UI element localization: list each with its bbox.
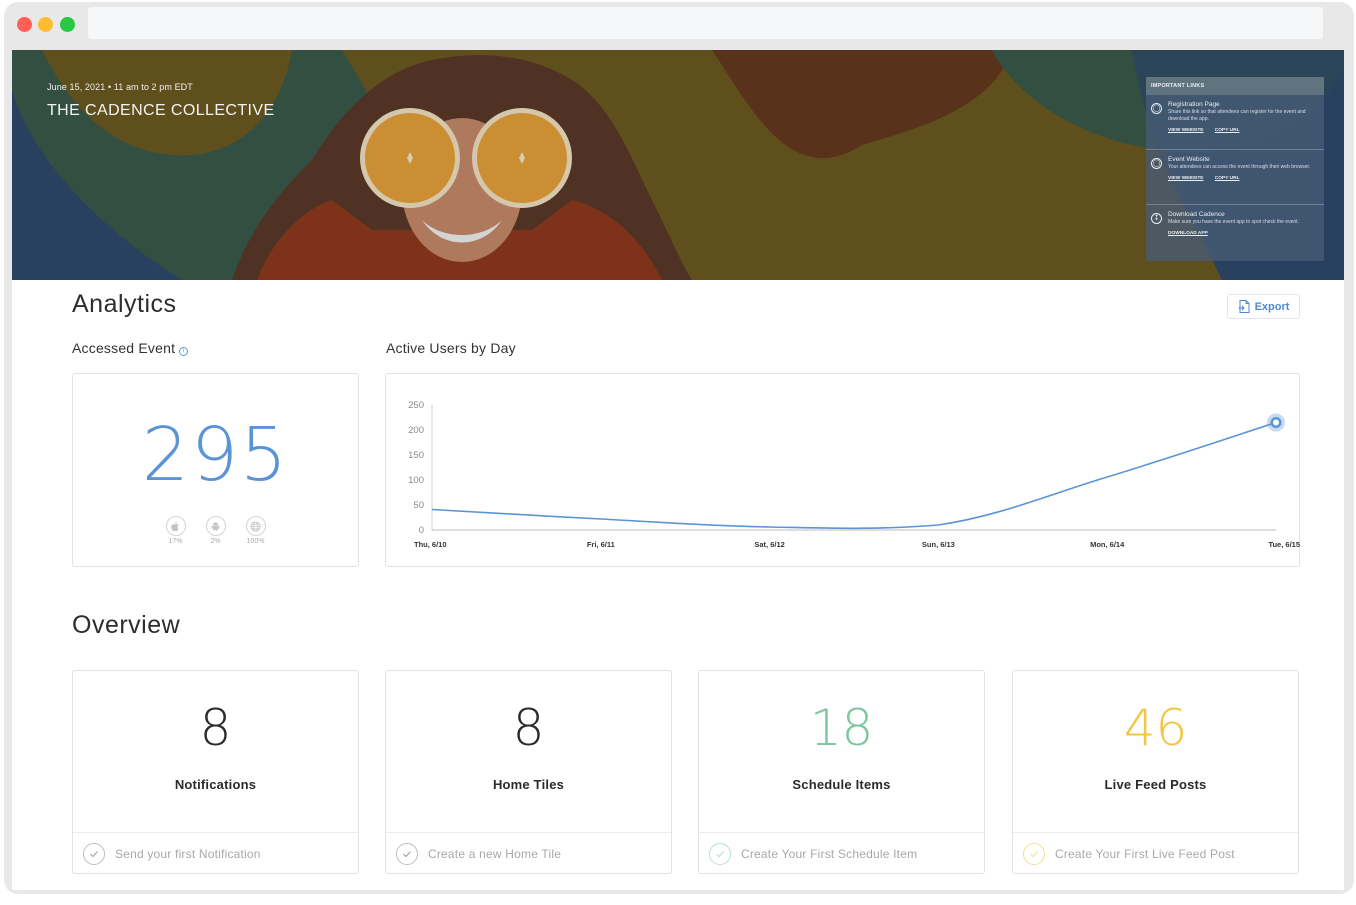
notifications-count: 8 bbox=[199, 699, 232, 757]
export-label: Export bbox=[1254, 300, 1290, 313]
link-block-download: ↧ Download Cadence Make sure you have th… bbox=[1146, 205, 1324, 260]
overview-heading: Overview bbox=[72, 611, 181, 639]
apple-icon bbox=[165, 516, 186, 536]
browser-window: June 15, 2021 • 11 am to 2 pm EDT THE CA… bbox=[4, 2, 1354, 894]
y-tick-label: 150 bbox=[408, 450, 424, 461]
platform-breakdown: 17% 2% 100% bbox=[73, 516, 358, 545]
schedule-items-count: 18 bbox=[809, 699, 874, 757]
overview-card-home-tiles: 8 Home Tiles Create a new Home Tile bbox=[385, 670, 672, 874]
important-links-header: IMPORTANT LINKS bbox=[1146, 77, 1324, 95]
copy-url-link[interactable]: COPY URL bbox=[1215, 128, 1240, 133]
highlighted-point-center bbox=[1273, 419, 1279, 426]
check-circle-icon bbox=[396, 842, 418, 865]
view-website-link[interactable]: VIEW WEBSITE bbox=[1168, 128, 1203, 133]
check-circle-icon bbox=[709, 842, 731, 865]
info-icon[interactable]: i bbox=[179, 347, 189, 356]
create-home-tile-action[interactable]: Create a new Home Tile bbox=[386, 832, 671, 874]
send-first-notification-action[interactable]: Send your first Notification bbox=[73, 832, 358, 874]
download-app-link[interactable]: DOWNLOAD APP bbox=[1168, 231, 1208, 236]
event-date-time: June 15, 2021 • 11 am to 2 pm EDT bbox=[47, 82, 193, 92]
x-tick-label: Tue, 6/15 bbox=[1268, 540, 1300, 549]
platform-web: 100% bbox=[245, 516, 266, 545]
check-circle-icon bbox=[83, 842, 105, 865]
x-tick-label: Fri, 6/11 bbox=[587, 540, 615, 549]
download-icon: ↧ bbox=[1151, 213, 1162, 224]
link-title: Registration Page bbox=[1168, 101, 1220, 108]
y-tick-label: 50 bbox=[413, 500, 424, 511]
platform-ios-percent: 17% bbox=[168, 538, 183, 545]
action-label: Create a new Home Tile bbox=[428, 846, 562, 861]
schedule-items-label: Schedule Items bbox=[792, 777, 891, 792]
event-title: THE CADENCE COLLECTIVE bbox=[47, 102, 275, 119]
active-users-series-line bbox=[431, 421, 1277, 530]
link-title: Download Cadence bbox=[1168, 211, 1225, 218]
y-tick-label: 0 bbox=[419, 525, 424, 536]
accessed-event-label: Accessed Event i bbox=[72, 340, 189, 356]
link-description: Make sure you have the event app to spot… bbox=[1168, 219, 1299, 225]
x-tick-label: Sun, 6/13 bbox=[922, 540, 955, 549]
home-tiles-count: 8 bbox=[512, 699, 545, 757]
banner-background-image bbox=[12, 50, 1344, 280]
notifications-label: Notifications bbox=[174, 777, 257, 792]
platform-android: 2% bbox=[205, 516, 226, 545]
active-users-label: Active Users by Day bbox=[386, 340, 516, 356]
y-tick-label: 200 bbox=[408, 425, 424, 436]
y-tick-label: 100 bbox=[408, 475, 424, 486]
check-circle-icon bbox=[1023, 842, 1045, 865]
minimize-window-button[interactable] bbox=[38, 17, 53, 32]
platform-web-percent: 100% bbox=[246, 538, 265, 545]
active-users-line-chart: 0 50 100 150 200 250 Thu, 6/10 Fri, 6/11 Sat, 6/… bbox=[408, 400, 1300, 549]
platform-ios: 17% bbox=[165, 516, 186, 545]
live-feed-posts-label: Live Feed Posts bbox=[1104, 777, 1207, 792]
platform-android-percent: 2% bbox=[210, 538, 221, 545]
web-globe-icon bbox=[245, 516, 266, 536]
active-users-chart-card: 0 50 100 150 200 250 Thu, 6/10 Fri, 6/11 Sat, 6/… bbox=[385, 373, 1300, 567]
create-schedule-item-action[interactable]: Create Your First Schedule Item bbox=[699, 832, 984, 874]
action-label: Create Your First Schedule Item bbox=[741, 846, 918, 861]
important-links-panel: IMPORTANT LINKS ◯ Registration Page Shar… bbox=[1146, 77, 1324, 261]
y-tick-label: 250 bbox=[408, 400, 424, 411]
link-block-registration: ◯ Registration Page Share this link so t… bbox=[1146, 95, 1324, 150]
action-label: Create Your First Live Feed Post bbox=[1055, 846, 1235, 861]
analytics-heading: Analytics bbox=[72, 290, 177, 318]
android-icon bbox=[205, 516, 226, 536]
x-tick-label: Mon, 6/14 bbox=[1090, 540, 1125, 549]
accessed-event-label-text: Accessed Event bbox=[72, 340, 176, 356]
page-content: June 15, 2021 • 11 am to 2 pm EDT THE CA… bbox=[12, 50, 1344, 890]
overview-card-notifications: 8 Notifications Send your first Notifica… bbox=[72, 670, 359, 874]
overview-card-live-feed-posts: 46 Live Feed Posts Create Your First Liv… bbox=[1012, 670, 1299, 874]
globe-icon: ◯ bbox=[1151, 158, 1162, 169]
link-description: Share this link so that attendees can re… bbox=[1168, 109, 1306, 122]
create-live-feed-post-action[interactable]: Create Your First Live Feed Post bbox=[1013, 832, 1298, 874]
view-website-link[interactable]: VIEW WEBSITE bbox=[1168, 176, 1203, 181]
x-tick-label: Sat, 6/12 bbox=[754, 540, 784, 549]
event-banner: June 15, 2021 • 11 am to 2 pm EDT THE CA… bbox=[12, 50, 1344, 280]
link-description: Your attendees can access the event thro… bbox=[1168, 164, 1311, 170]
accessed-event-count: 295 bbox=[141, 412, 290, 498]
copy-url-link[interactable]: COPY URL bbox=[1215, 176, 1240, 181]
x-tick-label: Thu, 6/10 bbox=[414, 540, 447, 549]
close-window-button[interactable] bbox=[17, 17, 32, 32]
export-file-icon bbox=[1238, 300, 1250, 313]
address-bar[interactable] bbox=[88, 7, 1323, 39]
link-block-event-website: ◯ Event Website Your attendees can acces… bbox=[1146, 150, 1324, 205]
browser-titlebar bbox=[4, 2, 1354, 48]
live-feed-posts-count: 46 bbox=[1123, 699, 1188, 757]
accessed-event-card: 295 17% 2% 100% bbox=[72, 373, 359, 567]
overview-card-schedule-items: 18 Schedule Items Create Your First Sche… bbox=[698, 670, 985, 874]
globe-icon: ◯ bbox=[1151, 103, 1162, 114]
home-tiles-label: Home Tiles bbox=[492, 777, 565, 792]
link-title: Event Website bbox=[1168, 156, 1210, 163]
action-label: Send your first Notification bbox=[115, 846, 261, 861]
maximize-window-button[interactable] bbox=[60, 17, 75, 32]
export-button[interactable]: Export bbox=[1227, 294, 1300, 319]
